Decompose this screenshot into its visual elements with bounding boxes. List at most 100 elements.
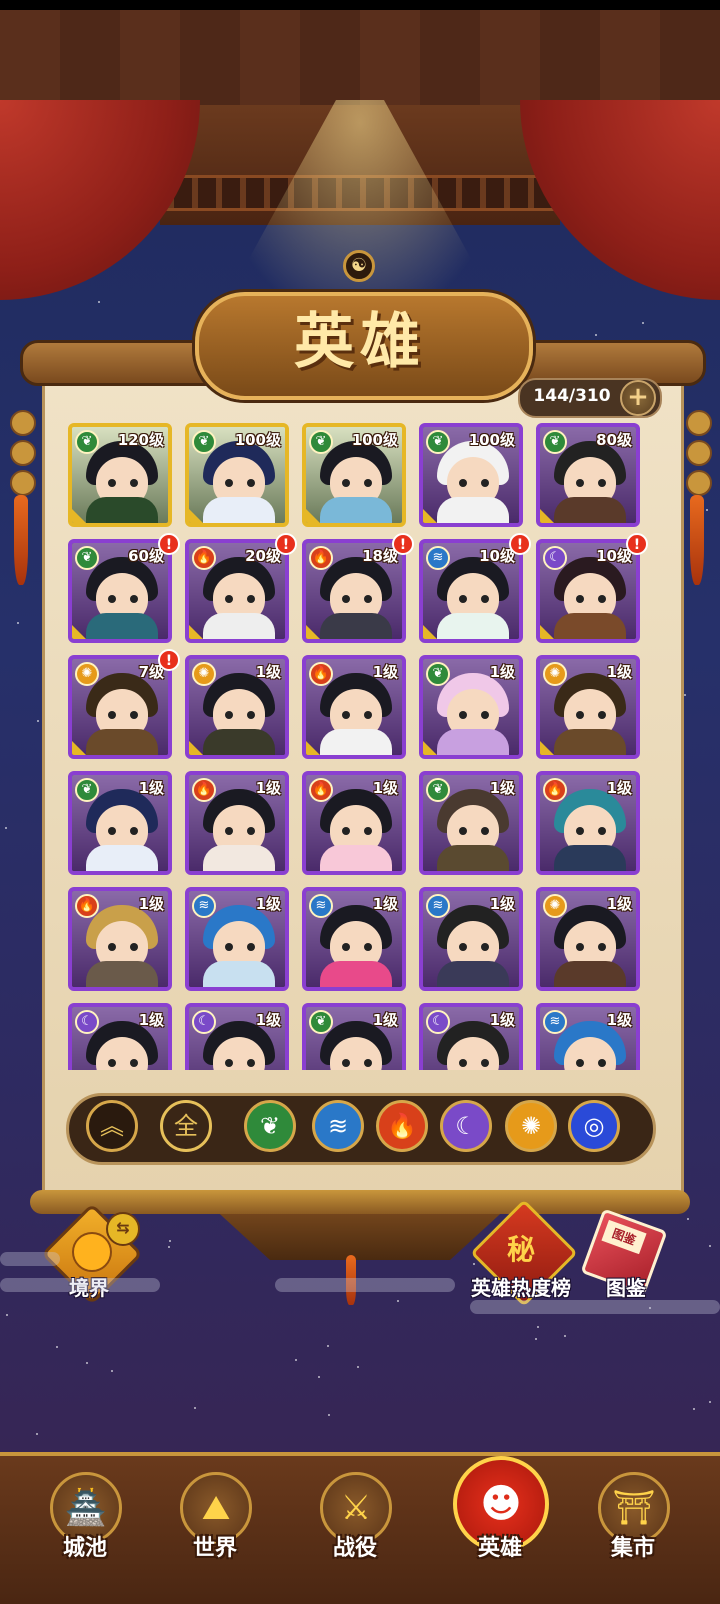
hero-eye — [225, 711, 233, 719]
hero-eye — [576, 711, 584, 719]
star-rank-corner — [189, 509, 203, 523]
hero-card[interactable]: ✺ 1级 — [185, 655, 289, 759]
hero-level: 1级 — [255, 895, 281, 913]
hero-eye — [598, 1059, 606, 1067]
nav-city[interactable]: 🏯 城池 — [30, 1462, 140, 1592]
filter-moon-button[interactable]: ☾ — [440, 1100, 492, 1152]
hero-card[interactable]: ≋ 1级 — [185, 887, 289, 991]
hero-card[interactable]: 🔥 1级 — [536, 771, 640, 875]
atlas-button[interactable]: 图鉴 — [586, 1272, 666, 1301]
filter-fire-button[interactable]: 🔥 — [376, 1100, 428, 1152]
curtain-right — [520, 100, 720, 300]
hero-card[interactable]: ❦ 1级 — [419, 771, 523, 875]
star — [317, 1376, 320, 1379]
hero-ranking-button[interactable]: 英雄热度榜 — [456, 1272, 586, 1301]
hero-card[interactable]: ✺ 1级 — [536, 655, 640, 759]
hero-eye — [342, 595, 350, 603]
hero-card[interactable]: ❦ 100级 — [302, 423, 406, 527]
hero-body — [320, 729, 392, 755]
hero-card[interactable]: ❦ 1级 — [302, 1003, 406, 1070]
hero-card[interactable]: 🔥 18级 — [302, 539, 406, 643]
hero-card[interactable]: ≋ 1级 — [536, 1003, 640, 1070]
hero-body — [437, 729, 509, 755]
hero-card[interactable]: ❦ 1级 — [68, 771, 172, 875]
nav-world[interactable]: ⛰ 世界 — [160, 1462, 270, 1592]
hero-card[interactable]: ❦ 80级 — [536, 423, 640, 527]
star-rank-corner — [189, 741, 203, 755]
hero-level: 1级 — [372, 663, 398, 681]
alert-badge: ! — [158, 649, 180, 671]
hero-eye — [481, 1059, 489, 1067]
hero-card[interactable]: ✺ 7级 — [68, 655, 172, 759]
wood-element-icon: ❦ — [426, 430, 450, 454]
hero-eye — [598, 943, 606, 951]
hero-card[interactable]: ≋ 1级 — [419, 887, 523, 991]
hero-level: 1级 — [255, 663, 281, 681]
swap-icon[interactable]: ⇆ — [106, 1212, 140, 1246]
hero-body — [554, 729, 626, 755]
star — [328, 1413, 331, 1416]
star — [537, 1325, 540, 1328]
hero-card[interactable]: ☾ 10级 — [536, 539, 640, 643]
cloud-decoration — [470, 1300, 720, 1314]
coin-ornament — [10, 440, 36, 466]
yin-yang-icon: ☯ — [343, 250, 375, 282]
hero-eye — [598, 595, 606, 603]
nav-hero[interactable]: ☻ 英雄 — [445, 1456, 555, 1592]
water-element-icon: ≋ — [426, 894, 450, 918]
hero-level: 1级 — [489, 1011, 515, 1029]
nav-label: 世界 — [192, 1536, 237, 1561]
nav-label: 城池 — [62, 1536, 107, 1561]
hero-eye — [459, 943, 467, 951]
star — [86, 1362, 89, 1365]
filter-wood-button[interactable]: ❦ — [244, 1100, 296, 1152]
hero-card[interactable]: 🔥 1级 — [185, 771, 289, 875]
alert-badge: ! — [392, 533, 414, 555]
star-rank-corner — [72, 741, 86, 755]
hero-card[interactable]: ☾ 1级 — [419, 1003, 523, 1070]
star — [708, 1400, 711, 1403]
hero-grid[interactable]: ❦ 120级 ❦ 100级 ❦ 100级 ❦ 100级 ❦ 80级 ❦ 60级 🔥 20级 🔥 18级 ≋ 10级… — [68, 423, 652, 1070]
hero-card[interactable]: ❦ 1级 — [419, 655, 523, 759]
hero-level: 100级 — [234, 431, 281, 449]
filter-sun-button[interactable]: ✺ — [505, 1100, 557, 1152]
expand-slots-button[interactable]: + — [620, 380, 656, 416]
hero-eye — [459, 827, 467, 835]
hero-eye — [598, 827, 606, 835]
hero-card[interactable]: ❦ 120级 — [68, 423, 172, 527]
hero-card[interactable]: ✺ 1级 — [536, 887, 640, 991]
hero-body — [203, 729, 275, 755]
hero-card[interactable]: 🔥 1级 — [302, 771, 406, 875]
hero-level: 1级 — [138, 779, 164, 797]
hero-card[interactable]: ❦ 100级 — [419, 423, 523, 527]
star — [687, 1218, 689, 1221]
filter-storm-button[interactable]: ◎ — [568, 1100, 620, 1152]
hero-eye — [342, 1059, 350, 1067]
hero-card[interactable]: ☾ 1级 — [185, 1003, 289, 1070]
moon-element-icon: ☾ — [75, 1010, 99, 1034]
star — [397, 1300, 400, 1303]
hero-body — [203, 497, 275, 523]
realm-emblem-icon — [72, 1232, 112, 1272]
hero-card[interactable]: 🔥 1级 — [68, 887, 172, 991]
hero-eye — [225, 943, 233, 951]
hero-card[interactable]: ≋ 10级 — [419, 539, 523, 643]
hero-card[interactable]: ❦ 100级 — [185, 423, 289, 527]
stage-ceiling — [0, 10, 720, 109]
hero-eye — [130, 711, 138, 719]
hero-card[interactable]: 🔥 20级 — [185, 539, 289, 643]
wood-element-icon: ❦ — [75, 546, 99, 570]
filter-all-button[interactable]: 全 — [160, 1100, 212, 1152]
nav-battle[interactable]: ⚔ 战役 — [300, 1462, 410, 1592]
hero-card[interactable]: ≋ 1级 — [302, 887, 406, 991]
hero-card[interactable]: ☾ 1级 — [68, 1003, 172, 1070]
filter-water-button[interactable]: ≋ — [312, 1100, 364, 1152]
filter-sort-button[interactable]: ︽ — [86, 1100, 138, 1152]
hero-card[interactable]: 🔥 1级 — [302, 655, 406, 759]
hero-card[interactable]: ❦ 60级 — [68, 539, 172, 643]
nav-market[interactable]: ⛩ 集市 — [578, 1462, 688, 1592]
page-title: 英雄 — [294, 307, 426, 377]
star-rank-corner — [540, 741, 554, 755]
fire-element-icon: 🔥 — [309, 778, 333, 802]
star — [683, 694, 686, 697]
